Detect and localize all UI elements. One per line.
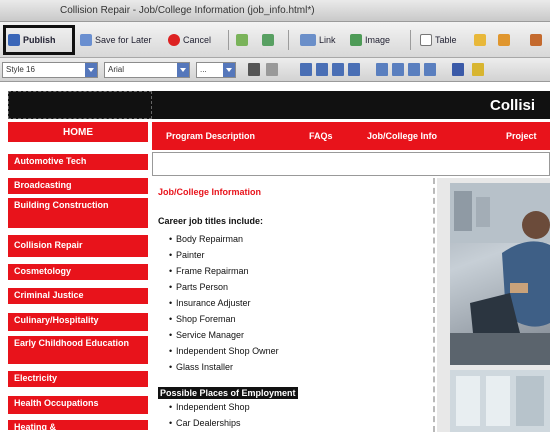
place-item: Car Dealerships [169, 418, 240, 428]
sidebar-nav: HOME Automotive Tech Broadcasting Buildi… [8, 122, 148, 432]
align-right-icon[interactable] [332, 63, 344, 76]
undo-button[interactable] [262, 30, 274, 50]
image-icon [350, 34, 362, 46]
size-select-value: ... [200, 65, 207, 74]
cancel-button[interactable]: Cancel [168, 30, 211, 50]
outdent-icon[interactable] [408, 63, 420, 76]
sidebar-item-heating[interactable]: Heating & [8, 420, 148, 432]
image-button[interactable]: Image [350, 30, 390, 50]
italic-icon[interactable] [266, 63, 278, 76]
font-select[interactable]: Arial [104, 62, 190, 78]
places-heading: Possible Places of Employment [158, 387, 298, 399]
toolbar-separator [228, 30, 229, 50]
font-select-value: Arial [108, 65, 125, 74]
sidebar-item-criminal-justice[interactable]: Criminal Justice [8, 288, 148, 306]
indent-icon[interactable] [424, 63, 436, 76]
site-title: Collisi [490, 97, 536, 114]
link-button[interactable]: Link [300, 30, 336, 50]
toolbar-separator [410, 30, 411, 50]
insert-arrow-button[interactable] [474, 30, 486, 50]
format-toolbar: Style 16 Arial ... [0, 58, 550, 82]
sidebar-item-collision-repair[interactable]: Collision Repair [8, 235, 148, 259]
style-select-value: Style 16 [6, 65, 35, 74]
table-icon [420, 34, 432, 46]
job-item: Glass Installer [169, 362, 233, 372]
nav-faqs[interactable]: FAQs [309, 131, 333, 141]
table-label: Table [435, 35, 457, 45]
window-title: Collision Repair - Job/College Informati… [60, 5, 315, 16]
sidebar-item-automotive-tech[interactable]: Automotive Tech [8, 154, 148, 172]
toolbar-separator [288, 30, 289, 50]
cancel-label: Cancel [183, 35, 212, 45]
arrow-right-icon [474, 34, 486, 46]
spellcheck-button[interactable] [236, 30, 248, 50]
link-icon [300, 34, 316, 46]
content-header-box[interactable] [152, 152, 550, 176]
place-item: Independent Shop [169, 402, 250, 412]
align-center-icon[interactable] [316, 63, 328, 76]
bullet-list-icon[interactable] [392, 63, 404, 76]
save-for-later-button[interactable]: Save for Later [80, 30, 152, 50]
sidebar-item-early-childhood-education[interactable]: Early Childhood Education [8, 336, 148, 366]
section-title: Job/College Information [158, 187, 262, 197]
numbered-list-icon[interactable] [376, 63, 388, 76]
nav-project[interactable]: Project [506, 131, 537, 141]
link-label: Link [319, 35, 336, 45]
shop-photo-art [450, 370, 550, 432]
mechanic-photo-art [450, 183, 550, 365]
undo-icon [262, 34, 274, 46]
sidebar-item-electricity[interactable]: Electricity [8, 371, 148, 389]
cancel-icon [168, 34, 180, 46]
banner-logo-area[interactable] [8, 91, 152, 119]
mechanic-photo[interactable] [450, 183, 550, 365]
job-item: Service Manager [169, 330, 244, 340]
job-item: Insurance Adjuster [169, 298, 251, 308]
save-icon [80, 34, 92, 46]
publish-highlight-box [3, 25, 75, 55]
sidebar-item-culinary-hospitality[interactable]: Culinary/Hospitality [8, 313, 148, 333]
table-button[interactable]: Table [420, 30, 457, 50]
sidebar-item-building-construction[interactable]: Building Construction [8, 198, 148, 230]
justify-icon[interactable] [348, 63, 360, 76]
job-item: Frame Repairman [169, 266, 248, 276]
main-toolbar: Publish Save for Later Cancel Link Image… [0, 22, 550, 58]
job-item: Independent Shop Owner [169, 346, 279, 356]
job-item: Painter [169, 250, 204, 260]
bold-icon[interactable] [248, 63, 260, 76]
sidebar-item-broadcasting[interactable]: Broadcasting [8, 178, 148, 196]
jobs-heading: Career job titles include: [158, 216, 264, 226]
image-label: Image [365, 35, 391, 45]
shop-photo[interactable] [450, 370, 550, 432]
job-item: Shop Foreman [169, 314, 235, 324]
sidebar-item-cosmetology[interactable]: Cosmetology [8, 264, 148, 282]
insert-special-button[interactable] [498, 30, 510, 50]
spellcheck-icon [236, 34, 248, 46]
nav-program-description[interactable]: Program Description [166, 131, 255, 141]
font-color-icon[interactable] [452, 63, 464, 76]
job-item: Parts Person [169, 282, 228, 292]
nav-job-college-info[interactable]: Job/College Info [367, 131, 437, 141]
chevron-down-icon [223, 63, 235, 77]
align-left-icon[interactable] [300, 63, 312, 76]
sidebar-item-health-occupations[interactable]: Health Occupations [8, 396, 148, 416]
chevron-down-icon [85, 63, 97, 77]
job-item: Body Repairman [169, 234, 243, 244]
style-select[interactable]: Style 16 [2, 62, 98, 78]
special-character-icon [498, 34, 510, 46]
size-select[interactable]: ... [196, 62, 236, 78]
tool-icon [530, 34, 542, 46]
sidebar-item-home[interactable]: HOME [8, 122, 148, 144]
top-nav: Program Description FAQs Job/College Inf… [152, 122, 550, 150]
site-banner: Collisi [8, 91, 550, 119]
highlight-icon[interactable] [472, 63, 484, 76]
window-titlebar: Collision Repair - Job/College Informati… [0, 0, 550, 22]
extra-tool-button[interactable] [530, 30, 542, 50]
chevron-down-icon [177, 63, 189, 77]
save-for-later-label: Save for Later [95, 35, 152, 45]
